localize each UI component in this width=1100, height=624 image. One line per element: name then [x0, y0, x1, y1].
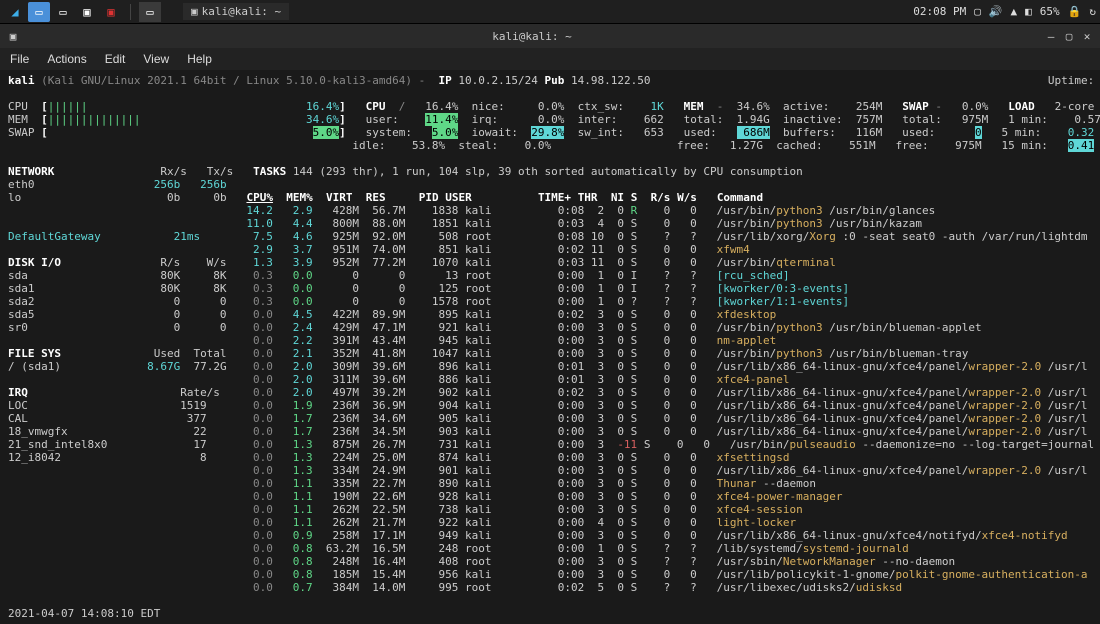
process-row: 0.0 1.3 334M 24.9M 901 kali 0:00 3 0 S 0…: [8, 464, 1092, 477]
terminal-launcher-icon[interactable]: ▣: [76, 2, 98, 22]
process-row: 0.0 1.1 190M 22.6M 928 kali 0:00 3 0 S 0…: [8, 490, 1092, 503]
process-row: 0.0 0.9 258M 17.1M 949 kali 0:00 3 0 S 0…: [8, 529, 1092, 542]
pub-label: Pub: [544, 74, 564, 87]
process-row: 0.0 1.1 262M 21.7M 922 kali 0:00 4 0 S 0…: [8, 516, 1092, 529]
rec-icon[interactable]: ▣: [100, 2, 122, 22]
clock[interactable]: 02:08 PM: [913, 5, 966, 18]
process-row: / (sda1) 8.67G 77.2G 0.0 2.0 309M 39.6M …: [8, 360, 1092, 373]
minimize-button[interactable]: —: [1044, 29, 1058, 43]
menu-help[interactable]: Help: [187, 52, 212, 66]
lock-icon[interactable]: 🔒: [1068, 5, 1082, 18]
process-row: DefaultGateway 21ms 7.5 4.6 925M 92.0M 5…: [8, 230, 1092, 243]
workspace-icon[interactable]: ▭: [139, 2, 161, 22]
menubar: File Actions Edit View Help: [0, 48, 1100, 70]
process-row: 0.0 0.8 63.2M 16.5M 248 root 0:00 1 0 S …: [8, 542, 1092, 555]
process-row: 21_snd_intel8x0 17 0.0 1.3 875M 26.7M 73…: [8, 438, 1092, 451]
osinfo: (Kali GNU/Linux 2021.1 64bit / Linux 5.1…: [41, 74, 412, 87]
menu-actions[interactable]: Actions: [47, 52, 86, 66]
bell-icon[interactable]: ▲: [1011, 5, 1018, 18]
tab-title: kali@kali: ~: [202, 5, 281, 18]
process-row: 2.9 3.7 951M 74.0M 851 kali 0:02 11 0 S …: [8, 243, 1092, 256]
taskbar: ◢ ▭ ▭ ▣ ▣ ▭ ▣ kali@kali: ~ 02:08 PM ▢ 🔊 …: [0, 0, 1100, 24]
menu-view[interactable]: View: [143, 52, 169, 66]
process-row: sda1 80K 8K 0.3 0.0 0 0 125 root 0:00 1 …: [8, 282, 1092, 295]
window-titlebar: ▣ kali@kali: ~ — ▢ ✕: [0, 24, 1100, 48]
ip: 10.0.2.15/24: [458, 74, 537, 87]
tasks-summary: 144 (293 thr), 1 run, 104 slp, 39 oth so…: [293, 165, 803, 178]
menu-file[interactable]: File: [10, 52, 29, 66]
display-icon[interactable]: ▢: [974, 5, 981, 18]
process-row: 0.0 0.8 248M 16.4M 408 root 0:00 3 0 S ?…: [8, 555, 1092, 568]
process-row: sda 80K 8K 0.3 0.0 0 0 13 root 0:00 1 0 …: [8, 269, 1092, 282]
battery-pct: 65%: [1040, 5, 1060, 18]
maximize-button[interactable]: ▢: [1062, 29, 1076, 43]
terminal-output: kali (Kali GNU/Linux 2021.1 64bit / Linu…: [0, 70, 1100, 624]
process-row: 12_i8042 8 0.0 1.3 224M 25.0M 874 kali 0…: [8, 451, 1092, 464]
process-row: 0.0 1.1 335M 22.7M 890 kali 0:00 3 0 S 0…: [8, 477, 1092, 490]
battery-icon[interactable]: ◧: [1025, 5, 1032, 18]
process-row: 11.0 4.4 800M 88.0M 1851 kali 0:03 4 0 S…: [8, 217, 1092, 230]
uptime-label: Uptime:: [1048, 74, 1094, 87]
kali-logo-icon[interactable]: ◢: [4, 2, 26, 22]
process-row: FILE SYS Used Total 0.0 2.1 352M 41.8M 1…: [8, 347, 1092, 360]
process-list: 14.2 2.9 428M 56.7M 1838 kali 0:08 2 0 R…: [8, 204, 1092, 594]
process-row: IRQ Rate/s 0.0 2.0 497M 39.2M 902 kali 0…: [8, 386, 1092, 399]
process-row: sr0 0 0 0.0 2.4 429M 47.1M 921 kali 0:00…: [8, 321, 1092, 334]
process-row: DISK I/O R/s W/s 1.3 3.9 952M 77.2M 1070…: [8, 256, 1092, 269]
power-icon[interactable]: ↻: [1089, 5, 1096, 18]
close-button[interactable]: ✕: [1080, 29, 1094, 43]
process-row: CAL 377 0.0 1.7 236M 34.6M 905 kali 0:00…: [8, 412, 1092, 425]
ip-label: IP: [439, 74, 452, 87]
process-row: 14.2 2.9 428M 56.7M 1838 kali 0:08 2 0 R…: [8, 204, 1092, 217]
process-row: 0.0 1.1 262M 22.5M 738 kali 0:00 3 0 S 0…: [8, 503, 1092, 516]
process-row: 0.0 2.2 391M 43.4M 945 kali 0:00 3 0 S 0…: [8, 334, 1092, 347]
active-window-tab[interactable]: ▣ kali@kali: ~: [183, 3, 289, 20]
host: kali: [8, 74, 35, 87]
files-icon[interactable]: ▭: [28, 2, 50, 22]
volume-icon[interactable]: 🔊: [989, 5, 1003, 18]
files2-icon[interactable]: ▭: [52, 2, 74, 22]
footer-datetime: 2021-04-07 14:08:10 EDT: [8, 607, 1092, 620]
process-row: 18_vmwgfx 22 0.0 1.7 236M 34.5M 903 kali…: [8, 425, 1092, 438]
process-row: 0.0 2.0 311M 39.6M 886 kali 0:01 3 0 S 0…: [8, 373, 1092, 386]
window-title: kali@kali: ~: [20, 30, 1044, 43]
taskbar-launchers: ◢ ▭ ▭ ▣ ▣ ▭ ▣ kali@kali: ~: [4, 2, 289, 22]
system-tray: 02:08 PM ▢ 🔊 ▲ ◧ 65% 🔒 ↻: [913, 5, 1096, 18]
process-row: sda5 0 0 0.0 4.5 422M 89.9M 895 kali 0:0…: [8, 308, 1092, 321]
process-row: 0.0 0.7 384M 14.0M 995 root 0:02 5 0 S ?…: [8, 581, 1092, 594]
process-row: LOC 1519 0.0 1.9 236M 36.9M 904 kali 0:0…: [8, 399, 1092, 412]
pub: 14.98.122.50: [571, 74, 650, 87]
terminal-icon: ▣: [191, 5, 198, 18]
process-row: sda2 0 0 0.3 0.0 0 0 1578 root 0:00 1 0 …: [8, 295, 1092, 308]
menu-edit[interactable]: Edit: [105, 52, 126, 66]
window-menu-icon[interactable]: ▣: [6, 29, 20, 43]
process-row: 0.0 0.8 185M 15.4M 956 kali 0:00 3 0 S 0…: [8, 568, 1092, 581]
